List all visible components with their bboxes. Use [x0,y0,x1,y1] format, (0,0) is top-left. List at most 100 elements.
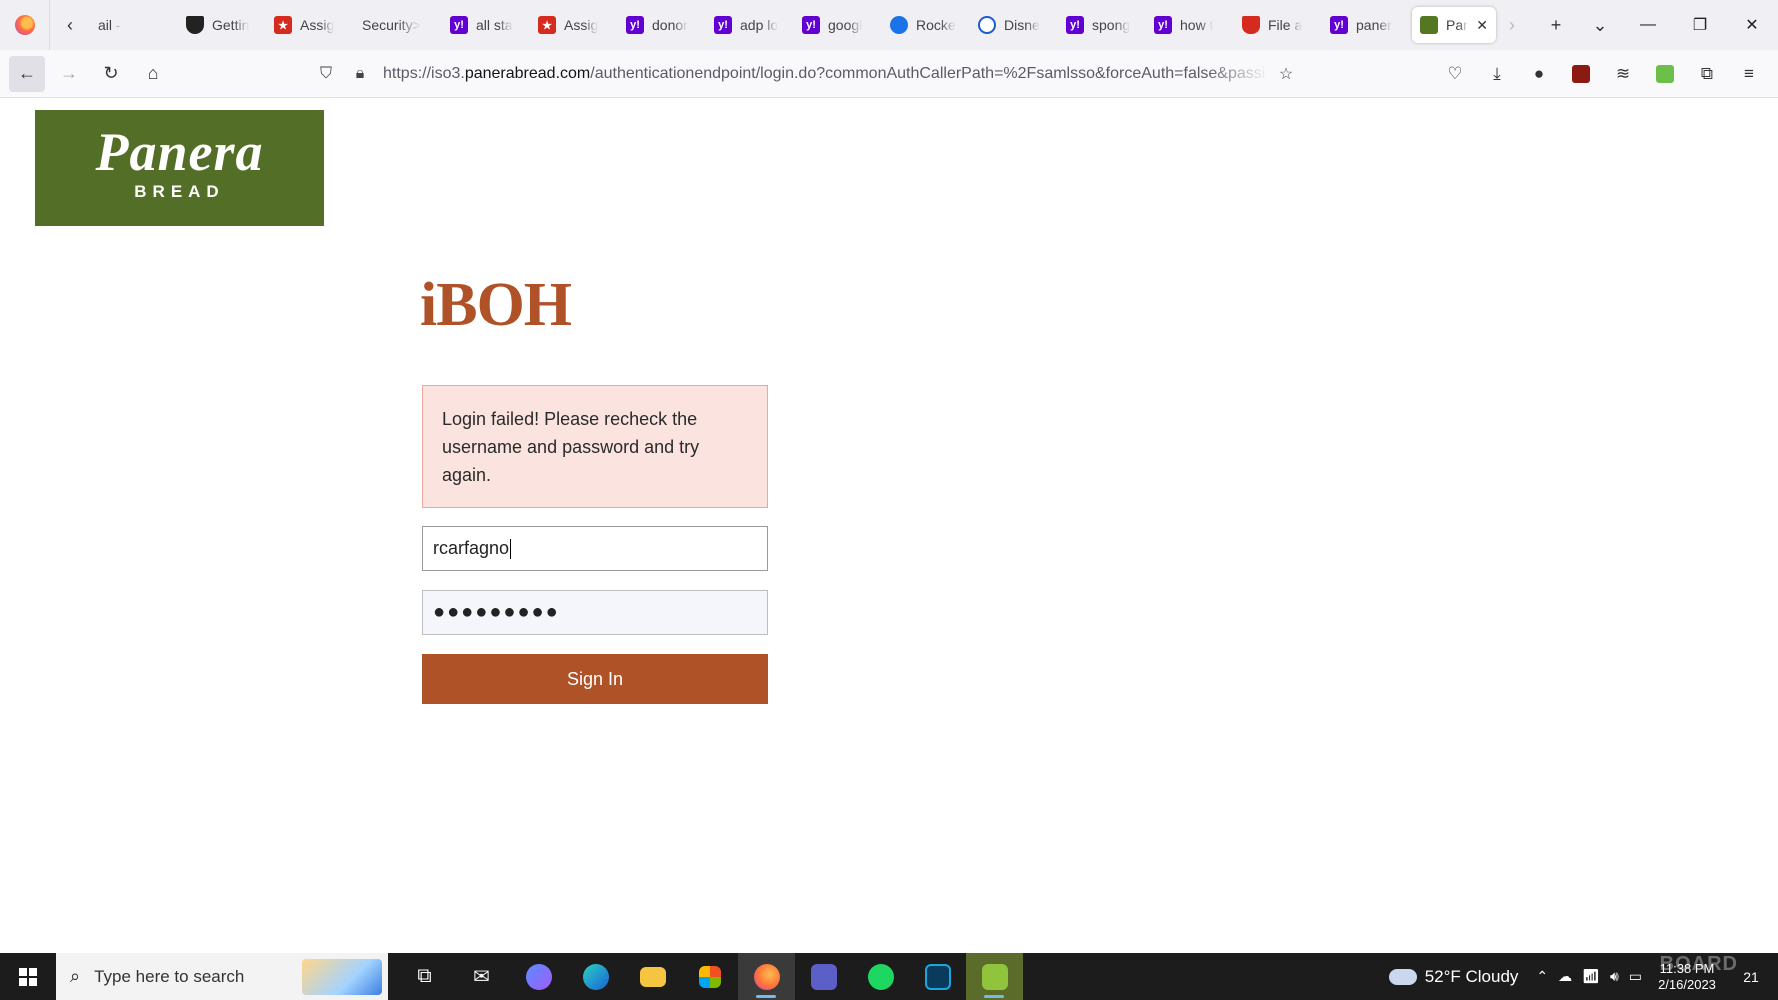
tab-14[interactable]: y! paner [1322,7,1410,43]
clock-time: 11:38 PM [1659,960,1715,976]
tab-title: Pan [1446,17,1469,33]
yahoo-icon: y! [802,16,820,34]
tab-1[interactable]: Gettin [178,7,266,43]
tab-2[interactable]: ★ Assig [266,7,354,43]
account-icon[interactable]: ● [1520,55,1558,93]
username-field[interactable]: rcarfagno [422,526,768,571]
tab-6[interactable]: y! donor [618,7,706,43]
close-tab-icon[interactable]: ✕ [1476,17,1488,34]
cloud-icon [1388,968,1417,985]
microsoft-store-icon[interactable] [681,953,738,1000]
yahoo-icon: y! [626,16,644,34]
tab-9[interactable]: Rocke [882,7,970,43]
tracking-protection-shield-icon[interactable]: ⛉ [309,65,343,83]
forward-icon[interactable]: → [51,56,87,92]
teams-icon[interactable] [795,953,852,1000]
search-highlight-image [302,959,382,995]
edge-icon[interactable] [567,953,624,1000]
tab-title: all sta [476,17,513,33]
tab-scroll-left-icon[interactable]: ‹ [50,0,90,50]
chevron-up-icon[interactable]: ⌃ [1536,968,1548,985]
logo-line1: Panera [95,122,264,182]
text-caret [510,538,512,559]
restore-icon[interactable]: ❐ [1674,0,1726,50]
tab-title: spong [1092,17,1131,33]
search-icon: ⌕ [70,966,81,986]
battery-icon[interactable]: ▭ [1629,968,1642,985]
url-text[interactable]: https://iso3.panerabread.com/authenticat… [377,65,1269,83]
tab-8[interactable]: y! googl [794,7,882,43]
minimize-icon[interactable]: — [1622,0,1674,50]
password-field[interactable]: ●●●●●●●●● [422,590,768,635]
tab-scroll-right-icon[interactable]: › [1490,0,1534,50]
username-value: rcarfagno [433,538,510,558]
yahoo-icon: y! [1330,16,1348,34]
file-explorer-icon[interactable] [624,953,681,1000]
url-domain: panerabread.com [464,65,591,82]
downloads-icon[interactable]: ⤓ [1478,55,1516,93]
extensions-puzzle-icon[interactable]: ⧉ [1688,55,1726,93]
notifications-icon[interactable]: 21 [1736,962,1766,992]
bing-chat-icon[interactable] [510,953,567,1000]
spotify-icon[interactable] [852,953,909,1000]
yahoo-icon: y! [450,16,468,34]
tab-4[interactable]: y! all sta [442,7,530,43]
tab-12[interactable]: y! how t [1146,7,1234,43]
extension-green-icon[interactable] [1646,55,1684,93]
pocket-icon[interactable]: ♡ [1436,55,1474,93]
yahoo-icon: y! [714,16,732,34]
tab-title: how t [1180,17,1214,33]
bookmark-star-icon[interactable]: ☆ [1269,64,1303,84]
tab-title: Security> [362,17,421,33]
disney-icon [978,16,996,34]
pdf-extension-icon[interactable] [1562,55,1600,93]
greenshot-icon[interactable] [966,953,1023,1000]
start-button[interactable] [0,953,56,1000]
tab-title: Assig [564,17,599,33]
rocket-icon [890,16,908,34]
assign-icon: ★ [538,16,556,34]
network-icon[interactable]: 📶︎ [1582,968,1600,985]
volume-icon[interactable]: 🔊︎ [1610,968,1619,985]
tab-title: donor [652,17,688,33]
search-placeholder: Type here to search [94,966,245,986]
url-prefix: https://iso3. [383,65,465,82]
task-view-icon[interactable]: ⧉ [396,953,453,1000]
webex-icon[interactable] [909,953,966,1000]
firefox-view-icon[interactable] [0,0,50,50]
tab-5[interactable]: ★ Assig [530,7,618,43]
taskbar-search[interactable]: ⌕ Type here to search [56,953,388,1000]
tab-active-panera[interactable]: Pan ✕ [1412,7,1496,43]
tab-11[interactable]: y! spong [1058,7,1146,43]
reload-icon[interactable]: ↻ [93,56,129,92]
tab-10[interactable]: Disne [970,7,1058,43]
yahoo-icon: y! [1154,16,1172,34]
lock-icon[interactable]: 🔒︎ [343,65,377,83]
tab-7[interactable]: y! adp lo [706,7,794,43]
tab-3[interactable]: Security> [354,7,442,43]
onedrive-icon[interactable]: ☁ [1558,968,1572,985]
clock-date: 2/16/2023 [1658,976,1716,992]
list-all-tabs-icon[interactable]: ⌄ [1578,0,1622,50]
tab-13[interactable]: File a [1234,7,1322,43]
sign-in-button[interactable]: Sign In [422,654,768,704]
panera-bread-logo: Panera BREAD [35,110,324,226]
clock[interactable]: 11:38 PM 2/16/2023 [1652,961,1722,993]
login-error-alert: Login failed! Please recheck the usernam… [422,385,768,508]
firefox-taskbar-icon[interactable] [738,953,795,1000]
weather-widget[interactable]: 52°F Cloudy [1388,967,1518,987]
file-icon [1242,16,1260,34]
tab-strip: ‹ ail - Gettin ★ Assig Security> y! all st… [0,0,1778,50]
new-tab-icon[interactable]: + [1534,0,1578,50]
home-icon[interactable]: ⌂ [135,56,171,92]
back-icon[interactable]: ← [9,55,45,92]
mail-icon[interactable]: ✉ [453,953,510,1000]
tab-0[interactable]: ail - [90,7,178,43]
tab-title: googl [828,17,863,33]
tab-title: paner [1356,17,1392,33]
close-window-icon[interactable]: ✕ [1726,0,1778,50]
menu-hamburger-icon[interactable]: ≡ [1730,55,1768,93]
extension-feed-icon[interactable]: ≋ [1604,55,1642,93]
pinned-apps: ⧉ ✉ [396,953,1023,1000]
url-bar[interactable]: ⛉ 🔒︎ https://iso3.panerabread.com/authen… [309,56,1303,92]
